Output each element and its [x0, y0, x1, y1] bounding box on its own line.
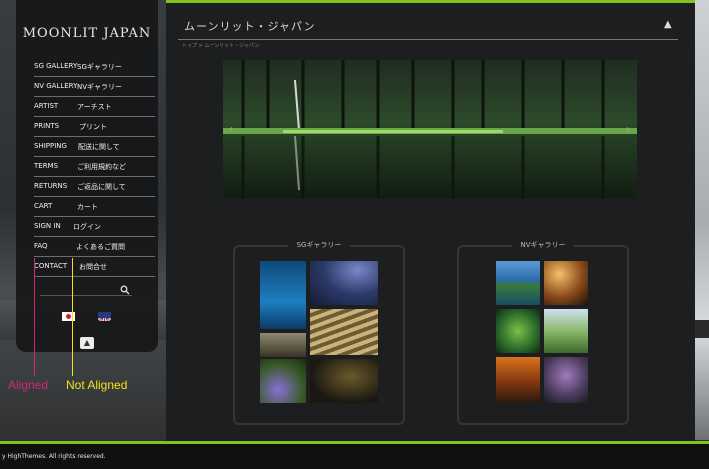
- search-icon[interactable]: [120, 285, 130, 295]
- sg-gallery-title[interactable]: SGギャラリー: [288, 240, 350, 250]
- menu-item[interactable]: PRINTS プリント: [34, 118, 155, 137]
- menu-item[interactable]: RETURNS ご返品に関して: [34, 178, 155, 197]
- nv-gallery-title[interactable]: NVギャラリー: [512, 240, 574, 250]
- menu-item-label-ja: ご返品に関して: [77, 183, 126, 191]
- menu-item-label-en: CART: [34, 202, 53, 210]
- nv-thumb-6[interactable]: [544, 357, 588, 403]
- menu-item-label-ja: NVギャラリー: [77, 83, 123, 91]
- sg-thumb-3[interactable]: [260, 333, 306, 357]
- menu-item[interactable]: FAQ よくあるご質問: [34, 238, 155, 257]
- menu-item-label-en: ARTIST: [34, 102, 59, 110]
- nv-thumb-2[interactable]: [544, 261, 588, 305]
- background-edge: [695, 0, 709, 440]
- menu-item-label-en: TERMS: [34, 162, 59, 170]
- japanese-flag-icon[interactable]: [62, 312, 75, 321]
- main-menu: SG GALLERY SGギャラリー NV GALLERY NVギャラリー ARTIST…: [34, 58, 155, 278]
- menu-item-label-en: SHIPPING: [34, 142, 67, 150]
- site-logo[interactable]: MOONLIT JAPAN: [16, 26, 158, 41]
- sg-thumb-5[interactable]: [260, 359, 306, 403]
- menu-item-label-ja: ご利用規約など: [77, 163, 126, 171]
- menu-item-label-ja: 配送に関して: [78, 143, 120, 151]
- not-aligned-guide-line: [72, 258, 73, 376]
- menu-item-label-en: SG GALLERY: [34, 62, 78, 70]
- menu-item[interactable]: ARTIST アーチスト: [34, 98, 155, 117]
- menu-item-label-ja: よくあるご質問: [76, 243, 125, 251]
- menu-item-label-ja: プリント: [79, 123, 107, 131]
- sg-thumb-2[interactable]: [310, 261, 378, 305]
- menu-item-label-en: NV GALLERY: [34, 82, 78, 90]
- menu-item-label-en: CONTACT: [34, 262, 68, 270]
- menu-item-label-ja: お問合せ: [79, 263, 107, 271]
- menu-item-label-en: SIGN IN: [34, 222, 61, 230]
- collapse-chevron-icon[interactable]: ▲: [664, 19, 672, 30]
- aligned-label: Aligned: [8, 378, 49, 392]
- title-divider: [178, 39, 678, 40]
- menu-item-label-ja: ログイン: [73, 223, 101, 231]
- copyright-text: y HighThemes. All rights reserved.: [2, 453, 106, 460]
- breadcrumb[interactable]: トップ > ムーンリット・ジャパン: [182, 42, 259, 49]
- search-input[interactable]: [40, 294, 120, 303]
- menu-item[interactable]: NV GALLERY NVギャラリー: [34, 78, 155, 97]
- nv-thumb-3[interactable]: [496, 309, 540, 353]
- menu-item[interactable]: CART カート: [34, 198, 155, 217]
- nv-gallery-box: NVギャラリー: [457, 240, 629, 425]
- not-aligned-label: Not Aligned: [66, 378, 128, 392]
- slider-prev-icon[interactable]: ‹: [229, 124, 233, 135]
- menu-item[interactable]: TERMS ご利用規約など: [34, 158, 155, 177]
- nv-thumb-4[interactable]: [544, 309, 588, 353]
- sg-thumb-4[interactable]: [310, 309, 378, 355]
- menu-item-label-en: FAQ: [34, 242, 48, 250]
- sg-thumb-6[interactable]: [310, 359, 378, 403]
- menu-item-label-en: RETURNS: [34, 182, 68, 190]
- menu-item-label-ja: アーチスト: [77, 103, 112, 111]
- menu-item[interactable]: CONTACT お問合せ: [34, 258, 155, 277]
- nv-thumb-1[interactable]: [496, 261, 540, 305]
- menu-item[interactable]: SHIPPING 配送に関して: [34, 138, 155, 157]
- search-box: [40, 285, 132, 303]
- scroll-up-button[interactable]: ▲: [80, 337, 94, 349]
- page-title: ムーンリット・ジャパン: [184, 20, 316, 33]
- sidebar: MOONLIT JAPAN SG GALLERY SGギャラリー NV GALLER…: [16, 0, 158, 352]
- menu-item-label-ja: SGギャラリー: [77, 63, 122, 71]
- main-content: ムーンリット・ジャパン ▲ トップ > ムーンリット・ジャパン ‹ › SGギャ…: [166, 0, 695, 447]
- footer: y HighThemes. All rights reserved.: [0, 441, 709, 469]
- slider-next-icon[interactable]: ›: [626, 124, 630, 135]
- nv-thumb-5[interactable]: [496, 357, 540, 403]
- menu-item[interactable]: SG GALLERY SGギャラリー: [34, 58, 155, 77]
- menu-item-label-en: PRINTS: [34, 122, 60, 130]
- menu-item[interactable]: SIGN IN ログイン: [34, 218, 155, 237]
- hero-slider[interactable]: [223, 60, 637, 198]
- aligned-guide-line: [34, 258, 35, 376]
- menu-item-label-ja: カート: [77, 203, 98, 211]
- uk-flag-icon[interactable]: [98, 312, 111, 321]
- sg-thumb-1[interactable]: [260, 261, 306, 329]
